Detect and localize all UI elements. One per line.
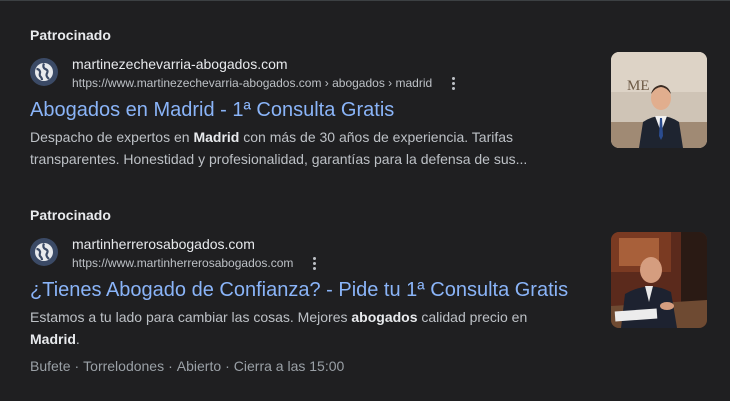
desc-text: Estamos a tu lado para cambiar las cosas… [30, 309, 352, 325]
result-source[interactable]: martinezechevarria-abogados.com https://… [30, 55, 710, 92]
result-thumbnail[interactable] [611, 232, 707, 328]
sponsored-label: Patrocinado [30, 207, 111, 223]
result-domain[interactable]: martinezechevarria-abogados.com [72, 55, 462, 73]
open-status: Abierto [176, 358, 222, 374]
result-description: Estamos a tu lado para cambiar las cosas… [30, 306, 570, 350]
desc-text: . [75, 331, 80, 347]
separator: · [225, 358, 230, 374]
result-title-link[interactable]: ¿Tienes Abogado de Confianza? - Pide tu … [30, 277, 710, 303]
business-type: Bufete [30, 358, 71, 374]
sponsored-result-2: Patrocinado martinherrerosabogados.com h… [30, 207, 710, 375]
globe-icon[interactable] [30, 58, 58, 86]
separator: · [168, 358, 173, 374]
closing-time: Cierra a las 15:00 [233, 358, 345, 374]
logo-text: ME [627, 78, 650, 94]
business-location[interactable]: Torrelodones [83, 357, 164, 375]
globe-icon[interactable] [30, 238, 58, 266]
result-domain[interactable]: martinherrerosabogados.com [72, 235, 323, 253]
top-border [0, 0, 730, 1]
desc-bold: Madrid [30, 331, 76, 347]
result-url[interactable]: https://www.martinezechevarria-abogados.… [72, 75, 432, 91]
desc-bold: Madrid [193, 129, 240, 145]
result-title-link[interactable]: Abogados en Madrid - 1ª Consulta Gratis [30, 97, 710, 123]
separator: · [74, 358, 80, 374]
desc-bold: abogados [351, 309, 418, 325]
more-options-icon[interactable] [305, 254, 323, 272]
sponsored-result-1: Patrocinado martinezechevarria-abogados.… [30, 27, 710, 170]
result-thumbnail[interactable]: ME [611, 52, 707, 148]
desc-text: Despacho de expertos en [30, 129, 194, 145]
result-source[interactable]: martinherrerosabogados.com https://www.m… [30, 235, 710, 272]
result-description: Despacho de expertos en Madrid con más d… [30, 126, 570, 170]
desc-text: calidad precio en [417, 309, 528, 325]
sponsored-label: Patrocinado [30, 27, 111, 43]
more-options-icon[interactable] [444, 74, 462, 92]
result-url[interactable]: https://www.martinherrerosabogados.com [72, 255, 293, 271]
business-info: Bufete · Torrelodones · Abierto · Cierra… [30, 357, 710, 375]
